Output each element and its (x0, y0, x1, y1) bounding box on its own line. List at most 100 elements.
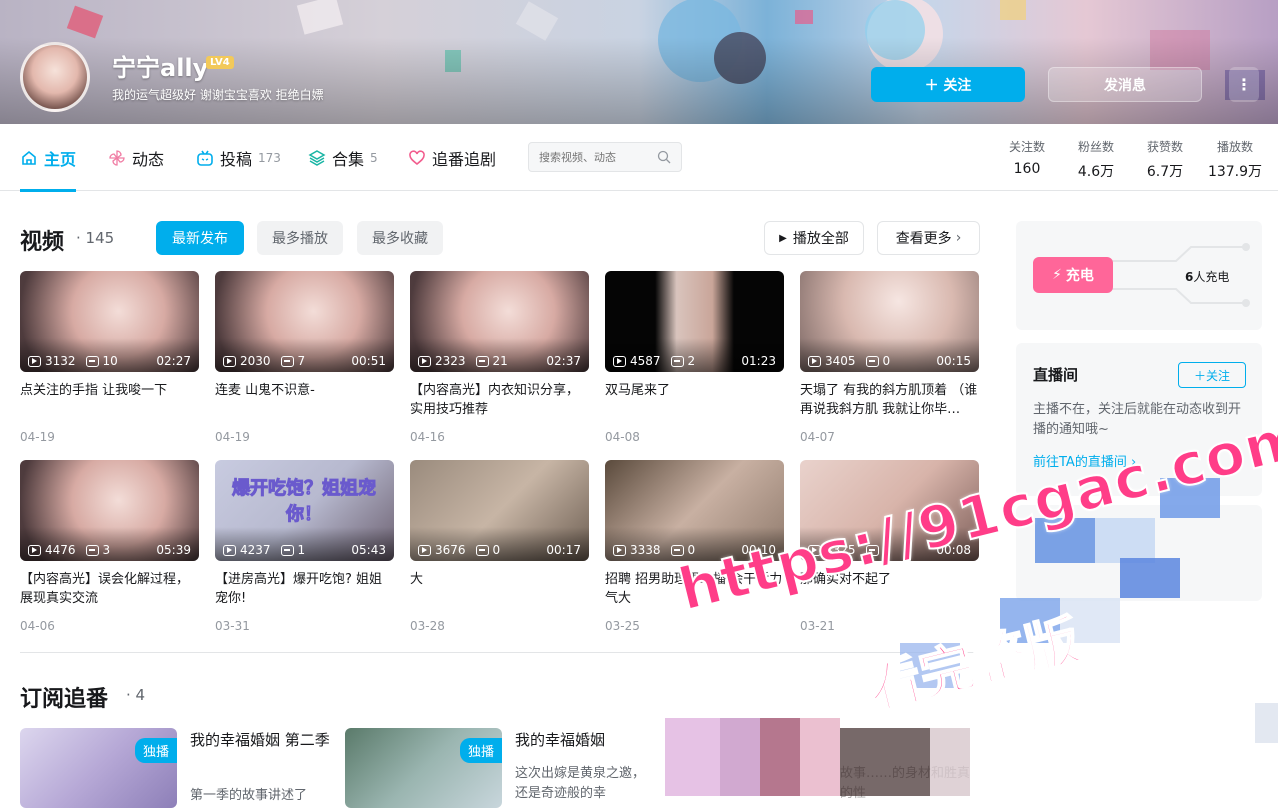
video-duration: 02:27 (156, 354, 191, 368)
tab-home-label: 主页 (44, 149, 77, 169)
video-title[interactable]: 大 (410, 570, 589, 608)
stat-followers-label: 粉丝数 (1077, 140, 1114, 154)
user-signature: 我的运气超级好 谢谢宝宝喜欢 拒绝白嫖 (112, 88, 324, 102)
play-count: 3676 (435, 543, 466, 557)
video-thumbnail[interactable]: 3405 0 00:15 (800, 271, 979, 372)
sort-most-played[interactable]: 最多播放 (257, 221, 343, 255)
search-icon[interactable] (657, 150, 671, 164)
video-meta: 3676 0 00:17 (418, 543, 581, 557)
play-count-icon (28, 544, 41, 556)
video-title[interactable]: 天塌了 有我的斜方肌顶着 （谁再说我斜方肌 我就让你毕… (800, 381, 979, 419)
bangumi-desc: 这次出嫁是黄泉之邀，还是奇迹般的幸 (515, 766, 646, 801)
danmaku-count: 0 (882, 354, 891, 368)
video-card[interactable]: 3676 0 00:17 大 03-28 (410, 460, 589, 633)
tab-collections-label: 合集 (332, 149, 365, 169)
more-options-button[interactable]: ⋮ (1229, 67, 1259, 102)
video-card[interactable]: 4476 3 05:39 【内容高光】误会化解过程，展现真实交流 04-06 (20, 460, 199, 633)
play-count-icon (223, 544, 236, 556)
video-card[interactable]: 2030 7 00:51 连麦 山鬼不识意- 04-19 (215, 271, 394, 444)
video-card[interactable]: 爆开吃饱？姐姐宠你！ 4237 1 05:43 【进房高光】爆开吃饱? 姐姐宠你… (215, 460, 394, 633)
bangumi-cover[interactable]: 独播 (20, 728, 177, 808)
see-more-button[interactable]: 查看更多 › (877, 221, 980, 255)
avatar[interactable] (20, 42, 90, 112)
video-duration: 01:23 (741, 354, 776, 368)
tab-uploads[interactable]: 投稿 173 (196, 124, 281, 191)
play-count: 2323 (435, 354, 466, 368)
tab-bangumi[interactable]: 追番追剧 (408, 124, 496, 191)
sort-most-favorited[interactable]: 最多收藏 (357, 221, 443, 255)
video-date: 04-08 (605, 430, 640, 444)
tab-collections-count: 5 (370, 150, 378, 165)
user-name: 宁宁ally (112, 54, 209, 82)
sort-latest[interactable]: 最新发布 (156, 221, 244, 255)
danmaku-icon (280, 355, 294, 367)
bangumi-cover[interactable]: 独播 (345, 728, 502, 808)
stat-following[interactable]: 关注数 160 (997, 138, 1057, 177)
play-all-button[interactable]: ▶ 播放全部 (764, 221, 864, 255)
video-card[interactable]: 4587 2 01:23 双马尾来了 04-08 (605, 271, 784, 444)
lightning-icon: ⚡ (1052, 267, 1062, 283)
video-meta: 2030 7 00:51 (223, 354, 386, 368)
video-date: 03-31 (215, 619, 250, 633)
thumbnail-overlay-text: 爆开吃饱？姐姐宠你！ (232, 478, 377, 526)
video-duration: 00:51 (351, 354, 386, 368)
danmaku-count: 2 (687, 354, 696, 368)
video-title[interactable]: 【内容高光】内衣知识分享，实用技巧推荐 (410, 381, 589, 419)
message-button[interactable]: 发消息 (1048, 67, 1202, 102)
video-card[interactable]: 3132 10 02:27 点关注的手指 让我唆一下 04-19 (20, 271, 199, 444)
play-count-icon (223, 355, 236, 367)
charge-count-suffix: 人充电 (1193, 270, 1230, 284)
video-date: 04-19 (215, 430, 250, 444)
tab-dynamic-label: 动态 (132, 149, 165, 169)
video-title[interactable]: 点关注的手指 让我唆一下 (20, 381, 199, 419)
video-duration: 05:43 (351, 543, 386, 557)
video-thumbnail[interactable]: 2323 21 02:37 (410, 271, 589, 372)
stat-plays-value: 137.9万 (1207, 164, 1263, 180)
bangumi-title[interactable]: 我的幸福婚姻 第二季 (190, 729, 340, 751)
video-meta: 4237 1 05:43 (223, 543, 386, 557)
video-thumbnail[interactable]: 2030 7 00:51 (215, 271, 394, 372)
video-thumbnail[interactable]: 3676 0 00:17 (410, 460, 589, 561)
charge-button[interactable]: ⚡ 充电 (1033, 257, 1113, 293)
play-count-icon (613, 544, 626, 556)
bangumi-count-value: 4 (135, 686, 146, 704)
see-more-label: 查看更多 (895, 231, 952, 247)
video-title[interactable]: 连麦 山鬼不识意- (215, 381, 394, 419)
layers-icon (308, 149, 326, 166)
tab-home[interactable]: 主页 (20, 124, 77, 192)
video-duration: 05:39 (156, 543, 191, 557)
play-all-label: 播放全部 (792, 231, 849, 247)
tab-dynamic[interactable]: 动态 (108, 124, 164, 191)
play-count: 3338 (630, 543, 661, 557)
play-count-icon (28, 355, 41, 367)
videos-count-value: 145 (85, 229, 115, 247)
video-duration: 00:17 (546, 543, 581, 557)
stat-followers[interactable]: 粉丝数 4.6万 (1066, 138, 1126, 181)
bangumi-title[interactable]: 我的幸福婚姻 (515, 729, 665, 751)
live-follow-button[interactable]: ＋关注 (1178, 362, 1246, 388)
videos-count: · 145 (76, 229, 115, 247)
danmaku-count: 1 (297, 543, 306, 557)
video-thumbnail[interactable]: 4476 3 05:39 (20, 460, 199, 561)
play-count: 4587 (630, 354, 661, 368)
tab-uploads-count: 173 (258, 150, 281, 165)
video-title[interactable]: 双马尾来了 (605, 381, 784, 419)
heart-icon (409, 149, 425, 165)
follow-button[interactable]: ＋ 关注 (871, 67, 1025, 102)
video-title[interactable]: 【进房高光】爆开吃饱? 姐姐宠你! (215, 570, 394, 608)
video-card[interactable]: 2323 21 02:37 【内容高光】内衣知识分享，实用技巧推荐 04-16 (410, 271, 589, 444)
video-card[interactable]: 3405 0 00:15 天塌了 有我的斜方肌顶着 （谁再说我斜方肌 我就让你毕… (800, 271, 979, 444)
play-count: 3132 (45, 354, 76, 368)
video-thumbnail[interactable]: 爆开吃饱？姐姐宠你！ 4237 1 05:43 (215, 460, 394, 561)
video-title[interactable]: 【内容高光】误会化解过程，展现真实交流 (20, 570, 199, 608)
video-date: 03-28 (410, 619, 445, 633)
stat-likes-value: 6.7万 (1146, 164, 1184, 180)
home-icon (22, 150, 36, 165)
charge-label: 充电 (1065, 268, 1094, 284)
play-count-icon (808, 355, 821, 367)
video-thumbnail[interactable]: 3132 10 02:27 (20, 271, 199, 372)
stat-following-value: 160 (1013, 161, 1041, 177)
tab-collections[interactable]: 合集 5 (308, 124, 378, 191)
video-thumbnail[interactable]: 4587 2 01:23 (605, 271, 784, 372)
stat-following-label: 关注数 (1008, 140, 1045, 154)
